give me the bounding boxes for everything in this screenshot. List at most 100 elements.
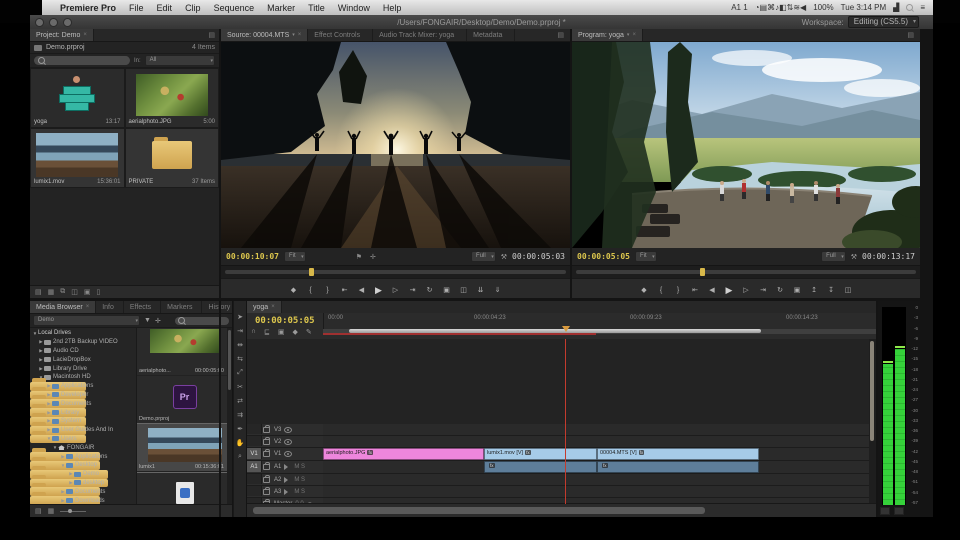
audio-meters-panel[interactable]: 0 -3 -6 -9 -12 -15 -18 -21 -24 -27 -30 -33 -36 -39 -42… <box>878 301 920 517</box>
source-monitor-tab[interactable]: Metadata <box>467 29 516 41</box>
media-browser-tree-item[interactable]: ▼ Local Drives <box>30 329 136 338</box>
razor-tool[interactable]: ✂ <box>237 383 243 391</box>
audio-track-header[interactable]: A1 A1 M S <box>247 461 323 474</box>
step-forward-button[interactable]: ▷ <box>391 286 401 294</box>
rolling-edit-tool[interactable]: ⇆ <box>237 355 243 363</box>
filter-icon[interactable]: ▼ <box>144 317 151 324</box>
source-patch-indicator[interactable] <box>247 436 262 446</box>
output-settings-icon[interactable]: ✛ <box>370 253 376 261</box>
safe-margins-button[interactable]: ▣ <box>442 286 452 294</box>
list-view-icon[interactable]: ▤ <box>35 507 42 515</box>
minimize-window-button[interactable] <box>49 17 58 27</box>
slip-tool[interactable]: ⇄ <box>237 397 243 405</box>
track-output-eye-icon[interactable] <box>284 438 293 445</box>
program-playhead-marker[interactable] <box>700 268 705 276</box>
track-speaker-icon[interactable] <box>284 488 292 495</box>
menu-clock[interactable]: Tue 3:14 PM <box>841 3 887 12</box>
go-to-out-button[interactable]: ⇥ <box>408 286 418 294</box>
track-select-tool[interactable]: ⇥ <box>237 327 243 335</box>
play-button[interactable]: ▶ <box>724 285 734 296</box>
user-menu-icon[interactable]: ▟ <box>893 3 899 12</box>
panel-menu-icon[interactable]: ▤ <box>553 31 568 39</box>
play-button[interactable]: ▶ <box>374 285 384 296</box>
track-lock-icon[interactable] <box>263 436 270 445</box>
menu-item[interactable]: File <box>129 3 144 13</box>
mark-out-button[interactable]: } <box>673 287 683 294</box>
tab-project[interactable]: Project: Demo × <box>30 29 94 41</box>
thumbnail-size-slider[interactable] <box>60 508 87 513</box>
edit-marker-icon[interactable]: ✎ <box>306 328 312 336</box>
program-resolution-dropdown[interactable]: Full <box>821 251 846 262</box>
meter-option-button[interactable] <box>880 507 890 515</box>
audio-track-content[interactable] <box>323 474 869 486</box>
timeline-tab-yoga[interactable]: yoga × <box>247 301 282 313</box>
in-filter-dropdown[interactable]: All <box>144 55 215 66</box>
media-browser-tree-item[interactable]: ▶ LacieDropBox <box>30 355 136 364</box>
meter-option-button[interactable] <box>894 507 904 515</box>
source-playhead-marker[interactable] <box>309 268 314 276</box>
media-browser-file[interactable]: lumix1 00:15:36:01 <box>137 423 232 473</box>
source-monitor-tab[interactable]: Source: 00004.MTS ▾ × <box>221 29 309 41</box>
pen-tool[interactable]: ✒ <box>237 425 243 433</box>
hand-tool[interactable]: ✋ <box>236 439 245 447</box>
unnumbered-marker-icon[interactable]: ◆ <box>293 328 298 336</box>
track-speaker-icon[interactable] <box>284 476 292 483</box>
project-item[interactable]: yoga 13:17 <box>30 68 125 128</box>
delete-icon[interactable]: ▯ <box>97 288 101 296</box>
export-frame-button[interactable]: ◫ <box>843 286 853 294</box>
timeline-playhead-caret[interactable] <box>562 326 570 336</box>
media-browser-file[interactable]: aerialphoto... 00:00:05:00 <box>137 328 232 376</box>
snap-icon[interactable]: ∩ <box>251 328 256 336</box>
extract-button[interactable]: ↧ <box>826 286 836 294</box>
disclosure-arrow-icon[interactable]: ▼ <box>52 445 58 450</box>
media-browser-file[interactable]: PRIVATE <box>137 472 232 504</box>
source-monitor-tab[interactable]: Audio Track Mixer: yoga <box>373 29 468 41</box>
video-track-content[interactable] <box>323 436 869 448</box>
timeline-ruler[interactable]: 00:00 00:00:04:23 00:00:09:23 00:00:14:23 <box>323 313 876 330</box>
safe-margins-icon[interactable]: ⚑ <box>356 253 362 261</box>
track-solo-mute[interactable]: M S <box>294 489 305 495</box>
program-current-timecode[interactable]: 00:00:05:05 <box>577 252 630 261</box>
source-current-timecode[interactable]: 00:00:10:07 <box>226 252 279 261</box>
mark-in-button[interactable]: { <box>306 287 316 294</box>
program-zoom-dropdown[interactable]: Fit <box>634 251 657 262</box>
source-patch-indicator[interactable] <box>247 424 262 434</box>
icon-view-icon[interactable]: ▦ <box>48 288 55 296</box>
encore-chapter-marker-icon[interactable]: ⊑ <box>264 328 270 336</box>
video-track-header[interactable]: V1 V1 <box>247 448 323 461</box>
program-settings-wrench-icon[interactable]: ⚒ <box>851 253 857 261</box>
track-output-eye-icon[interactable] <box>284 426 293 433</box>
workspace-dropdown[interactable]: Editing (CS5.5) <box>847 16 919 28</box>
media-browser-tab[interactable]: Info <box>96 301 124 313</box>
source-zoom-dropdown[interactable]: Fit <box>283 251 306 262</box>
go-to-in-button[interactable]: ⇤ <box>690 286 700 294</box>
menu-status-icon[interactable]: ⌘ <box>767 3 775 12</box>
source-monitor-tab[interactable]: Effect Controls <box>308 29 374 41</box>
media-browser-tab[interactable]: Markers <box>161 301 203 313</box>
menu-item[interactable]: Premiere Pro <box>60 3 116 13</box>
spotlight-icon[interactable] <box>906 4 914 11</box>
close-window-button[interactable] <box>35 17 44 27</box>
media-browser-tree-item[interactable]: ▶ Downloads <box>30 492 105 504</box>
add-marker-button[interactable]: ◆ <box>289 286 299 294</box>
ripple-edit-tool[interactable]: ⇹ <box>237 341 243 349</box>
track-speaker-icon[interactable] <box>284 464 292 470</box>
media-browser-tree-item[interactable]: ▼ Users <box>30 430 86 444</box>
program-scrubber[interactable] <box>572 265 920 278</box>
timeline-video-clip[interactable]: 00004.MTS [V] fx <box>597 448 759 460</box>
track-lock-icon[interactable] <box>263 449 270 457</box>
media-browser-tree-item[interactable]: ▶ Audio CD <box>30 347 136 356</box>
zoom-tool[interactable]: ⌕ <box>238 453 242 461</box>
source-patch-indicator[interactable]: V1 <box>247 448 262 459</box>
audio-track-content[interactable] <box>323 486 869 498</box>
thumbnail-view-icon[interactable]: ▦ <box>48 507 55 515</box>
timeline-playhead-line[interactable] <box>565 339 566 504</box>
automate-to-sequence-icon[interactable]: ⧉ <box>60 288 65 296</box>
source-patch-indicator[interactable]: A1 <box>247 461 262 472</box>
step-back-button[interactable]: ◀ <box>357 286 367 294</box>
zoom-window-button[interactable] <box>63 17 72 27</box>
go-to-in-button[interactable]: ⇤ <box>340 286 350 294</box>
video-track-header[interactable]: V2 <box>247 436 323 448</box>
program-video-frame[interactable] <box>572 42 920 248</box>
project-item[interactable]: aerialphoto.JPG 5:00 <box>124 68 219 128</box>
